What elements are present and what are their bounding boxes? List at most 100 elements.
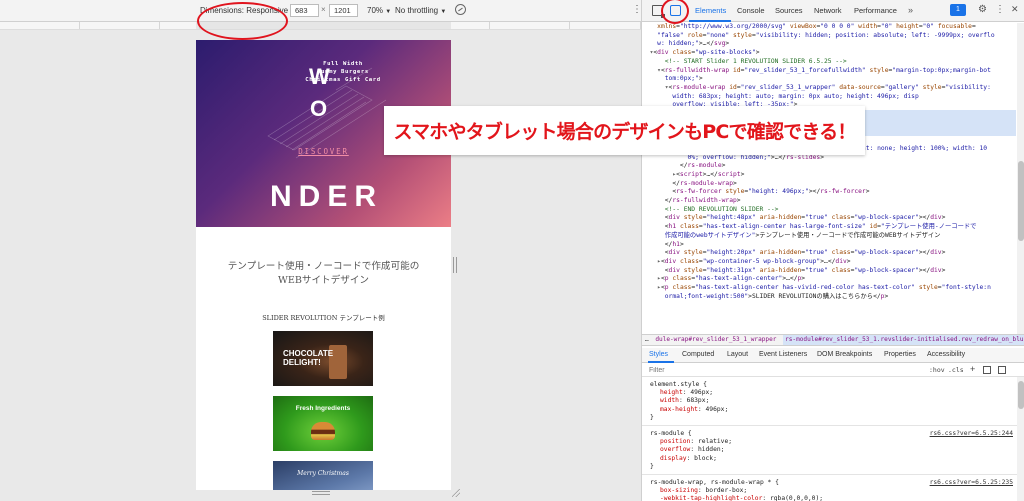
dom-tree-line[interactable]: ▸<p class="has-text-align-center">…</p> — [642, 275, 1016, 284]
class-toggle[interactable]: .cls — [948, 366, 964, 374]
dom-tree-line[interactable]: </rs-module> — [642, 162, 1016, 171]
css-rule[interactable]: rs-module-wrap, rs-module-wrap * {rs6.cs… — [642, 475, 1017, 501]
dom-tree-line[interactable]: <div style="height:20px" aria-hidden="tr… — [642, 249, 1016, 258]
css-source-link[interactable]: rs6.css?ver=6.5.25:244 — [930, 430, 1013, 438]
dom-tree-line[interactable]: </rs-module-wrap> — [642, 180, 1016, 189]
tab-dom-breakpoints[interactable]: DOM Breakpoints — [817, 351, 872, 358]
rotate-icon[interactable] — [455, 4, 466, 15]
elements-dom-tree[interactable]: xmlns = "http://www.w3.org/2000/svg" viewB… — [642, 23, 1016, 334]
ruler-segment[interactable] — [0, 22, 80, 29]
dom-tree-line[interactable]: <div style="height:48px" aria-hidden="tr… — [642, 214, 1016, 223]
css-property[interactable]: -webkit-tap-highlight-color: rgba(0,0,0,… — [650, 495, 1017, 501]
ruler-segment[interactable] — [80, 22, 160, 29]
tab-computed[interactable]: Computed — [682, 351, 714, 358]
tab-event-listeners[interactable]: Event Listeners — [759, 351, 807, 358]
dom-tree-line[interactable]: ▾<div class="wp-site-blocks"> — [642, 49, 1016, 58]
tab-performance[interactable]: Performance — [854, 6, 897, 15]
more-options-icon[interactable]: ⋮ — [632, 4, 641, 15]
scrollbar-thumb[interactable] — [1018, 381, 1024, 409]
dom-tree-line[interactable]: xmlns = "http://www.w3.org/2000/svg" viewB… — [642, 23, 1016, 32]
dom-tree-scrollbar[interactable] — [1017, 23, 1024, 334]
tab-network[interactable]: Network — [814, 6, 842, 15]
device-toolbar-toggle-icon[interactable] — [670, 5, 681, 16]
dom-tree-line[interactable]: <!-- START Slider 1 REVOLUTION SLIDER 6.… — [642, 58, 1016, 67]
dom-tree-line[interactable]: ▾<rs-fullwidth-wrap id="rev_slider_53_1_… — [642, 67, 1016, 76]
height-input[interactable]: 1201 — [329, 4, 358, 17]
dom-token: > — [941, 266, 946, 274]
scrollbar-thumb[interactable] — [1018, 161, 1024, 241]
template-thumbnail-burger[interactable]: Fresh Ingredients — [273, 396, 373, 451]
hero-top-text: Full Width Yummy Burgers Christmas Gift … — [268, 60, 418, 84]
dom-tree-line[interactable]: ▸<script>…</script> — [642, 171, 1016, 180]
ruler-segment[interactable] — [450, 22, 490, 29]
css-property[interactable]: position: relative; — [650, 438, 1017, 446]
hover-state-toggle[interactable]: :hov — [929, 366, 945, 374]
tab-sources[interactable]: Sources — [775, 6, 803, 15]
css-selector: element.style { — [650, 381, 707, 388]
ruler-segment[interactable] — [570, 22, 641, 29]
resize-handle-corner[interactable] — [452, 489, 460, 497]
resize-handle-bottom[interactable] — [312, 491, 330, 495]
dom-tree-line[interactable]: ▾<rs-module-wrap id="rev_slider_53_1_wra… — [642, 84, 1016, 93]
settings-gear-icon[interactable]: ⚙ — [978, 4, 987, 15]
dom-tree-line[interactable]: </h1> — [642, 241, 1016, 250]
css-property[interactable]: overflow: hidden; — [650, 446, 1017, 454]
throttle-dropdown[interactable]: No throttling ▼ — [395, 6, 446, 15]
computed-styles-icon[interactable] — [983, 366, 991, 374]
breadcrumb-item[interactable]: dule-wrap#rev_slider_53_1_wrapper — [655, 335, 776, 345]
dom-tree-line[interactable]: <!-- END REVOLUTION SLIDER --> — [642, 206, 1016, 215]
template-thumbnail-chocolate[interactable]: CHOCOLATE DELIGHT! — [273, 331, 373, 386]
media-query-ruler[interactable] — [0, 22, 641, 30]
dom-tree-line[interactable]: <h1 class="has-text-align-center has-lar… — [642, 223, 1016, 232]
css-source-link[interactable]: rs6.css?ver=6.5.25:235 — [930, 479, 1013, 487]
ruler-segment[interactable] — [490, 22, 570, 29]
tab-layout[interactable]: Layout — [727, 351, 748, 358]
tab-accessibility[interactable]: Accessibility — [927, 351, 965, 358]
dom-tree-line[interactable]: w: hidden;">…</svg> — [642, 40, 1016, 49]
dimensions-dropdown[interactable]: Dimensions: Responsive▼ — [200, 6, 296, 15]
css-rule[interactable]: rs-module {rs6.css?ver=6.5.25:244 positio… — [642, 426, 1017, 476]
css-property[interactable]: height: 496px; — [650, 389, 1017, 397]
dom-tree-line[interactable]: </rs-fullwidth-wrap> — [642, 197, 1016, 206]
dom-tree-line[interactable]: "false" role="none" style="visibility: h… — [642, 32, 1016, 41]
styles-filter-input[interactable] — [649, 366, 909, 375]
tab-elements[interactable]: Elements — [695, 6, 726, 15]
dom-token: style — [683, 249, 703, 257]
dom-token: "true" — [805, 266, 828, 274]
styles-rules-pane[interactable]: element.style {height: 496px; width: 683p… — [642, 377, 1017, 501]
issues-badge[interactable]: 1 — [950, 4, 966, 16]
dom-token: style — [725, 188, 745, 196]
hero-text-line: Yummy Burgers — [317, 69, 369, 75]
css-property[interactable]: width: 683px; — [650, 397, 1017, 405]
dom-tree-line[interactable]: ormal;font-weight:500">SLIDER REVOLUTION… — [642, 293, 1016, 302]
inspect-element-icon[interactable] — [652, 5, 665, 18]
dom-tree-line[interactable]: 作成可能のwebサイトデザイン">テンプレート使用・ノーコードで作成可能のWEB… — [642, 232, 1016, 241]
tab-properties[interactable]: Properties — [884, 351, 916, 358]
css-rule[interactable]: element.style {height: 496px; width: 683p… — [642, 377, 1017, 427]
tab-console[interactable]: Console — [737, 6, 765, 15]
dom-tree-line[interactable]: ▸<p class="has-text-align-center has-viv… — [642, 284, 1016, 293]
ruler-segment[interactable] — [160, 22, 200, 29]
css-property[interactable]: box-sizing: border-box; — [650, 487, 1017, 495]
dom-tree-line[interactable]: ▸<div class="wp-container-5 wp-block-gro… — [642, 258, 1016, 267]
zoom-dropdown[interactable]: 70% ▼ — [367, 6, 391, 15]
styles-scrollbar[interactable] — [1017, 377, 1024, 501]
customize-menu-icon[interactable]: ⋮ — [995, 4, 1005, 15]
css-property[interactable]: display: block; — [650, 455, 1017, 463]
close-icon[interactable]: ✕ — [1011, 4, 1019, 15]
css-property[interactable]: max-height: 496px; — [650, 406, 1017, 414]
dom-tree-line[interactable]: <rs-fw-forcer style="height: 496px;"></r… — [642, 188, 1016, 197]
template-thumbnail-christmas[interactable]: Merry Christmas — [273, 461, 373, 490]
breadcrumb-item[interactable]: … — [645, 335, 649, 345]
more-tabs-icon[interactable]: » — [908, 5, 913, 15]
breadcrumb-item-selected[interactable]: rs-module#rev_slider_53_1.revslider-init… — [783, 335, 1024, 345]
sidebar-toggle-icon[interactable] — [998, 366, 1006, 374]
resize-handle-right[interactable] — [453, 257, 457, 273]
tab-styles[interactable]: Styles — [649, 351, 668, 358]
new-rule-button[interactable]: + — [970, 364, 975, 374]
dom-tree-line[interactable]: <div style="height:31px" aria-hidden="tr… — [642, 267, 1016, 276]
css-colon: : — [697, 487, 706, 495]
dom-tree-line[interactable]: tom:0px;"> — [642, 75, 1016, 84]
width-input[interactable]: 683 — [290, 4, 319, 17]
dom-tree-line[interactable]: width: 683px; height: auto; margin: 0px … — [642, 93, 1016, 102]
